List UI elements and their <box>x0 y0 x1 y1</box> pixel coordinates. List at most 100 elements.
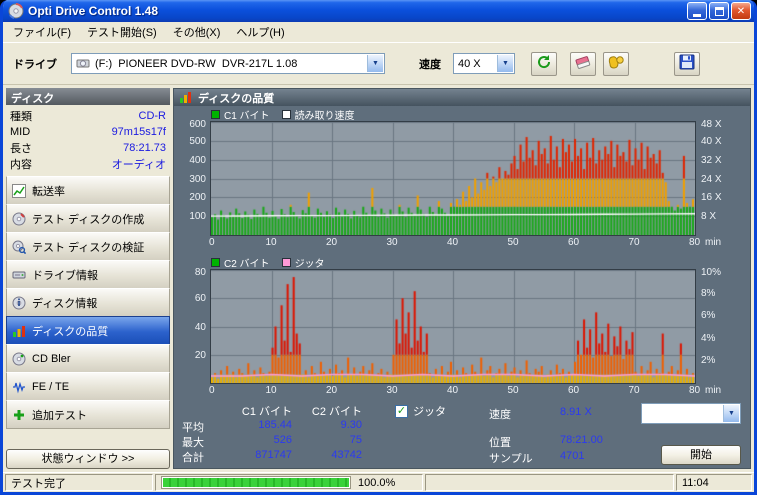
clean-button[interactable] <box>603 51 629 76</box>
progress-panel: 100.0% <box>155 474 423 491</box>
disc-info-icon <box>12 296 26 310</box>
chevron-down-icon[interactable]: ▼ <box>367 55 383 72</box>
cd-bler-icon <box>12 352 26 366</box>
c2-jitter-chart: C2 バイト ジッタ 80 60 40 20 10% 8% 6% 4% 2% 0 10 20 30 40… <box>178 256 746 397</box>
total-row-label: 合計 <box>182 452 204 464</box>
menu-item-other[interactable]: その他(X) <box>165 21 229 43</box>
axis-tick-label: 48 X <box>701 119 722 130</box>
axis-tick-label: 70 <box>628 385 640 396</box>
sidebar-item-verify-test-disc[interactable]: テスト ディスクの検証 <box>6 232 170 261</box>
y-axis-right: 48 X 40 X 32 X 24 X 16 X 8 X <box>696 119 742 236</box>
progress-percent: 100.0% <box>358 476 396 489</box>
fe-te-icon <box>12 380 26 394</box>
content-header: ディスクの品質 <box>174 89 750 106</box>
axis-tick-label: 10 <box>265 237 277 248</box>
jitter-checkbox[interactable]: ✓ ジッタ <box>395 403 446 419</box>
save-button[interactable] <box>674 51 700 76</box>
drive-select-value: (F:) PIONEER DVD-RW DVR-217L 1.08 <box>95 57 298 70</box>
info-value: 97m15s17f <box>111 126 166 138</box>
refresh-icon <box>536 54 552 73</box>
axis-tick-label: 80 <box>689 385 701 396</box>
sidebar-item-label: 追加テスト <box>32 409 87 422</box>
start-button[interactable]: 開始 <box>661 445 741 465</box>
toolbar: ドライブ (F:) PIONEER DVD-RW DVR-217L 1.08 ▼… <box>3 43 754 85</box>
plot-area <box>210 269 696 384</box>
menu-bar: ファイル(F) テスト開始(S) その他(X) ヘルプ(H) <box>3 22 754 43</box>
axis-tick-label: 80 <box>194 267 206 278</box>
sidebar-item-cd-bler[interactable]: CD Bler <box>6 344 170 373</box>
disc-panel-header: ディスク <box>6 88 170 105</box>
c2-column-header: C2 バイト <box>311 406 362 418</box>
chevron-down-icon[interactable]: ▼ <box>497 55 513 72</box>
title-bar[interactable]: Opti Drive Control 1.48 ✕ <box>3 0 754 22</box>
axis-tick-label: 400 <box>189 154 206 166</box>
jitter-checkbox-label: ジッタ <box>413 406 446 418</box>
sidebar: ディスク 種類 CD-R MID 97m15s17f 長さ 78:21.73 内容 オー… <box>6 88 170 469</box>
app-window: Opti Drive Control 1.48 ✕ ファイル(F) テスト開始(… <box>0 0 757 495</box>
chevron-down-icon[interactable]: ▼ <box>723 405 739 422</box>
axis-tick-label: 0 <box>209 385 215 396</box>
info-label: 長さ <box>10 143 32 155</box>
sidebar-item-fe-te[interactable]: FE / TE <box>6 372 170 401</box>
sidebar-item-label: FE / TE <box>32 380 70 393</box>
axis-tick-label: 80 <box>689 237 701 248</box>
refresh-button[interactable] <box>531 51 557 76</box>
axis-tick-label: 20 <box>326 237 338 248</box>
menu-item-start-test[interactable]: テスト開始(S) <box>79 21 165 43</box>
axis-tick-label: 70 <box>628 237 640 248</box>
info-label: MID <box>10 126 31 138</box>
max-row-label: 最大 <box>182 437 204 449</box>
axis-tick-label: 20 <box>194 349 206 361</box>
speed-select-value: 40 X <box>458 57 481 70</box>
status-message-panel: テスト完了 <box>5 474 153 491</box>
speed-select[interactable]: 40 X ▼ <box>453 53 515 74</box>
sidebar-item-disc-info[interactable]: ディスク情報 <box>6 288 170 317</box>
minimize-button[interactable] <box>687 2 707 20</box>
axis-tick-label: 2% <box>701 355 716 367</box>
legend-label: C2 バイト <box>224 259 270 270</box>
sample-stat-label: サンプル <box>489 453 533 465</box>
disc-quality-icon <box>12 324 26 338</box>
axis-tick-label: 100 <box>189 211 206 223</box>
quality-stats: C1 バイト C2 バイト 平均 185.44 9.30 最大 526 75 合… <box>178 403 746 468</box>
sidebar-item-drive-info[interactable]: ドライブ情報 <box>6 260 170 289</box>
menu-item-help[interactable]: ヘルプ(H) <box>228 21 292 43</box>
axis-tick-label: 60 <box>194 293 206 305</box>
erase-button[interactable] <box>570 51 596 76</box>
sidebar-item-disc-quality[interactable]: ディスクの品質 <box>6 316 170 345</box>
axis-tick-label: 16 X <box>701 192 722 204</box>
status-window-button[interactable]: 状態ウィンドウ >> <box>6 449 170 469</box>
close-button[interactable]: ✕ <box>731 2 751 20</box>
gloves-icon <box>607 54 625 73</box>
axis-tick-label: 40 <box>447 237 459 248</box>
disc-info-row: MID 97m15s17f <box>7 124 169 140</box>
sidebar-item-additional-tests[interactable]: 追加テスト <box>6 400 170 429</box>
avg-row-label: 平均 <box>182 422 204 434</box>
menu-item-file[interactable]: ファイル(F) <box>5 21 79 43</box>
create-disc-icon <box>12 212 26 226</box>
disc-info-row: 内容 オーディオ <box>7 156 169 172</box>
speed-stat-value: 8.91 X <box>560 406 592 418</box>
maximize-button[interactable] <box>709 2 729 20</box>
axis-tick-label: 4% <box>701 332 716 344</box>
progress-fill <box>163 478 349 487</box>
sidebar-item-create-test-disc[interactable]: テスト ディスクの作成 <box>6 204 170 233</box>
transfer-rate-icon <box>12 183 26 198</box>
y-axis-left: 600 500 400 300 200 100 <box>178 119 210 236</box>
y-axis-right: 10% 8% 6% 4% 2% <box>696 267 742 384</box>
sidebar-item-label: テスト ディスクの作成 <box>32 213 145 226</box>
drive-select[interactable]: (F:) PIONEER DVD-RW DVR-217L 1.08 ▼ <box>71 53 385 74</box>
axis-tick-label: 32 X <box>701 154 722 166</box>
status-bar: テスト完了 100.0% 11:04 <box>3 472 754 492</box>
axis-tick-label: 20 <box>326 385 338 396</box>
sidebar-item-label: ディスク情報 <box>32 297 98 310</box>
progress-bar <box>161 476 351 489</box>
x-axis: 0 10 20 30 40 50 60 70 80 min <box>209 384 721 397</box>
checkbox-check-icon[interactable]: ✓ <box>395 404 408 418</box>
main-area: ディスク 種類 CD-R MID 97m15s17f 長さ 78:21.73 内容 オー… <box>3 85 754 472</box>
sidebar-item-transfer-rate[interactable]: 転送率 <box>6 176 170 205</box>
quality-speed-select[interactable]: 40 X ▼ <box>641 403 741 424</box>
verify-disc-icon <box>12 240 26 254</box>
info-label: 種類 <box>10 111 32 123</box>
axis-tick-label: 50 <box>507 385 519 396</box>
